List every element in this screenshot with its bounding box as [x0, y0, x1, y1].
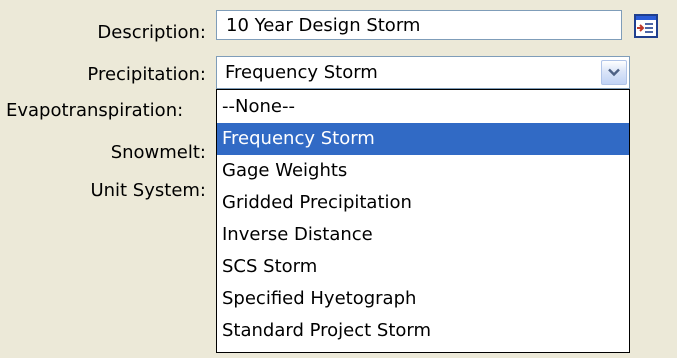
precipitation-selected-value: Frequency Storm	[225, 62, 378, 83]
precipitation-label: Precipitation:	[87, 64, 206, 85]
dropdown-option-standard-project-storm[interactable]: Standard Project Storm	[217, 315, 629, 347]
description-field[interactable]	[217, 11, 621, 39]
dropdown-option-frequency-storm[interactable]: Frequency Storm	[217, 123, 629, 155]
evapotranspiration-label: Evapotranspiration:	[6, 100, 184, 121]
chevron-down-icon	[608, 68, 620, 77]
description-label: Description:	[97, 22, 206, 43]
edit-description-icon	[634, 14, 658, 38]
precipitation-select[interactable]: Frequency Storm	[216, 56, 630, 89]
dropdown-option-none[interactable]: --None--	[217, 91, 629, 123]
dropdown-option-specified-hyetograph[interactable]: Specified Hyetograph	[217, 283, 629, 315]
unit-system-label: Unit System:	[90, 180, 206, 201]
precipitation-dropdown-button[interactable]	[601, 60, 627, 85]
dropdown-option-scs-storm[interactable]: SCS Storm	[217, 251, 629, 283]
snowmelt-label: Snowmelt:	[110, 142, 206, 163]
edit-description-button[interactable]	[634, 14, 658, 38]
precipitation-dropdown-list: --None-- Frequency Storm Gage Weights Gr…	[216, 89, 630, 353]
dropdown-option-gage-weights[interactable]: Gage Weights	[217, 155, 629, 187]
description-field-container	[216, 10, 622, 40]
dropdown-option-inverse-distance[interactable]: Inverse Distance	[217, 219, 629, 251]
dropdown-option-gridded-precipitation[interactable]: Gridded Precipitation	[217, 187, 629, 219]
